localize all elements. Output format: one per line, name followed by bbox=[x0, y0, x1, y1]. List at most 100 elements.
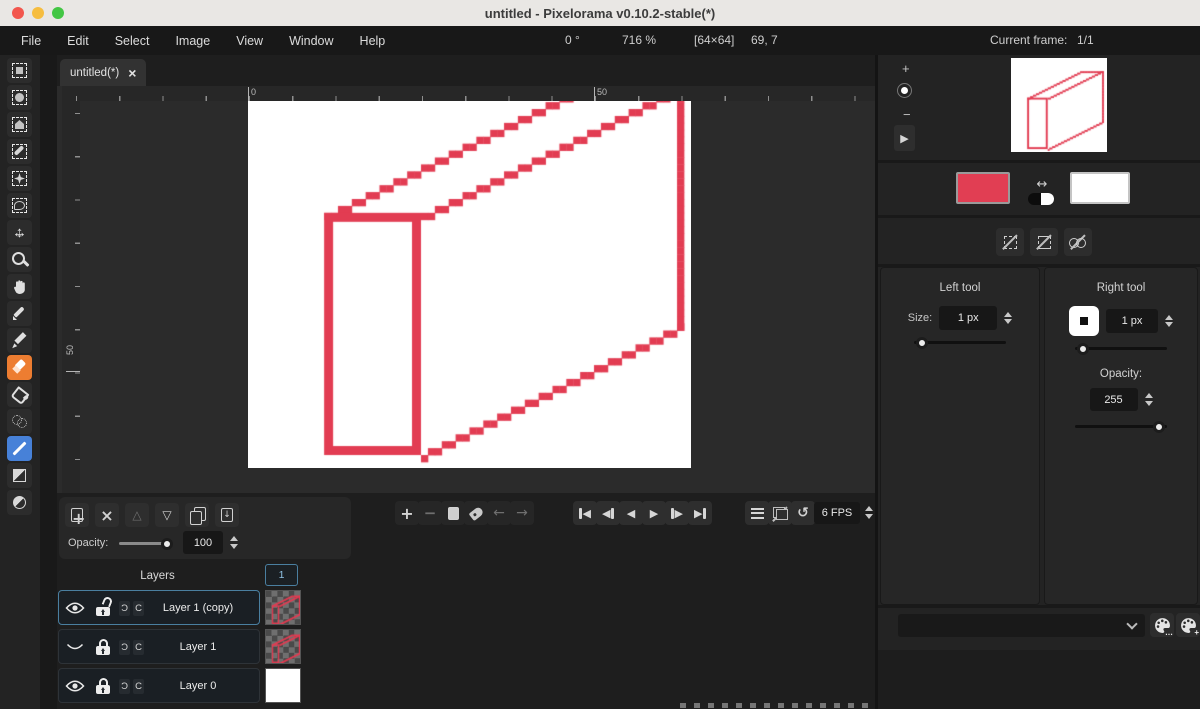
tool-color-picker-button[interactable] bbox=[7, 301, 32, 326]
play-forward-button[interactable]: ▶ bbox=[642, 501, 666, 525]
menu-edit[interactable]: Edit bbox=[54, 34, 102, 48]
layer-visibility-button[interactable] bbox=[63, 635, 87, 659]
merge-down-button[interactable] bbox=[215, 503, 239, 527]
slider-thumb[interactable] bbox=[161, 538, 173, 550]
left-size-value[interactable]: 1 px bbox=[939, 306, 997, 330]
mirror-y-icon bbox=[1037, 235, 1052, 250]
right-size-slider[interactable] bbox=[1075, 347, 1167, 350]
tool-eraser-button[interactable] bbox=[7, 355, 32, 380]
tool-ellipse-button[interactable] bbox=[7, 490, 32, 515]
layer-lock-button[interactable] bbox=[91, 674, 115, 698]
canvas-preview bbox=[1011, 58, 1107, 152]
swap-colors-button[interactable]: ↔ bbox=[1028, 176, 1056, 205]
horizontal-mirror-toggle[interactable] bbox=[996, 228, 1024, 256]
tool-pencil-button[interactable] bbox=[7, 328, 32, 353]
add-frame-button[interactable] bbox=[395, 501, 419, 525]
vertical-mirror-toggle[interactable] bbox=[1030, 228, 1058, 256]
menu-image[interactable]: Image bbox=[162, 34, 223, 48]
tool-rectangle-select-button[interactable] bbox=[7, 58, 32, 83]
onion-skinning-button[interactable] bbox=[768, 501, 792, 525]
pixel-perfect-toggle[interactable] bbox=[1064, 228, 1092, 256]
layer-opacity-value[interactable]: 100 bbox=[183, 531, 223, 554]
tool-lasso-button[interactable] bbox=[7, 193, 32, 218]
go-to-last-frame-button[interactable]: ▶ bbox=[688, 501, 712, 525]
frame-column-header[interactable]: 1 bbox=[265, 564, 298, 586]
document-tab[interactable]: untitled(*) × bbox=[60, 59, 146, 86]
menu-file[interactable]: File bbox=[8, 34, 54, 48]
layer-opacity-slider[interactable] bbox=[119, 542, 171, 545]
timeline-settings-button[interactable] bbox=[745, 501, 769, 525]
brush-preview-button[interactable] bbox=[1069, 306, 1099, 336]
go-to-first-frame-button[interactable]: ◀ bbox=[573, 501, 597, 525]
tool-shading-button[interactable] bbox=[7, 409, 32, 434]
slider-thumb[interactable] bbox=[916, 337, 928, 349]
move-frame-left-button[interactable] bbox=[487, 501, 511, 525]
right-size-stepper[interactable] bbox=[1165, 315, 1173, 328]
cel-thumbnail[interactable] bbox=[265, 668, 301, 703]
layer-opacity-stepper[interactable] bbox=[230, 536, 238, 549]
fps-stepper[interactable] bbox=[865, 506, 873, 519]
left-color-swatch[interactable] bbox=[956, 172, 1010, 204]
layer-visibility-button[interactable] bbox=[63, 674, 87, 698]
tool-polygon-select-button[interactable] bbox=[7, 112, 32, 137]
preview-zoom-indicator[interactable] bbox=[897, 83, 912, 98]
menu-view[interactable]: View bbox=[223, 34, 276, 48]
tool-magic-wand-button[interactable] bbox=[7, 166, 32, 191]
right-opacity-slider[interactable] bbox=[1075, 425, 1167, 428]
fps-value[interactable]: 6 FPS bbox=[814, 502, 860, 524]
menu-help[interactable]: Help bbox=[347, 34, 399, 48]
layer-lock-button[interactable] bbox=[91, 596, 115, 620]
left-size-slider[interactable] bbox=[914, 341, 1006, 344]
arrow-up-icon bbox=[132, 508, 141, 522]
add-palette-button[interactable]: + bbox=[1176, 613, 1200, 637]
preview-zoom-out[interactable]: − bbox=[903, 107, 911, 122]
preview-zoom-in[interactable]: + bbox=[902, 61, 910, 76]
tool-line-button[interactable] bbox=[7, 436, 32, 461]
tool-pan-button[interactable] bbox=[7, 274, 32, 299]
slider-thumb[interactable] bbox=[1153, 421, 1165, 433]
tool-rectangle-button[interactable] bbox=[7, 463, 32, 488]
layer-row-layer-1-copy[interactable]: ƆC Layer 1 (copy) bbox=[58, 590, 260, 625]
right-size-value[interactable]: 1 px bbox=[1106, 309, 1158, 333]
new-layer-button[interactable] bbox=[65, 503, 89, 527]
tag-frame-button[interactable] bbox=[464, 501, 488, 525]
layer-row-layer-1[interactable]: ƆC Layer 1 bbox=[58, 629, 260, 664]
remove-frame-button[interactable] bbox=[418, 501, 442, 525]
edit-palette-button[interactable]: … bbox=[1150, 613, 1174, 637]
close-tab-icon[interactable]: × bbox=[128, 66, 136, 80]
left-size-stepper[interactable] bbox=[1004, 312, 1012, 325]
previous-frame-button[interactable]: ◀ bbox=[596, 501, 620, 525]
play-backwards-button[interactable]: ◀ bbox=[619, 501, 643, 525]
tool-color-select-button[interactable] bbox=[7, 139, 32, 164]
move-layer-down-button[interactable] bbox=[155, 503, 179, 527]
tool-zoom-button[interactable] bbox=[7, 247, 32, 272]
move-frame-right-button[interactable] bbox=[510, 501, 534, 525]
right-color-swatch[interactable] bbox=[1070, 172, 1130, 204]
next-frame-button[interactable]: ▶ bbox=[665, 501, 689, 525]
cel-thumbnail[interactable] bbox=[265, 629, 301, 664]
right-opacity-value[interactable]: 255 bbox=[1090, 388, 1138, 411]
slider-thumb[interactable] bbox=[1077, 343, 1089, 355]
delete-layer-button[interactable] bbox=[95, 503, 119, 527]
locked-icon bbox=[96, 639, 110, 655]
clone-frame-button[interactable] bbox=[441, 501, 465, 525]
tool-ellipse-select-button[interactable] bbox=[7, 85, 32, 110]
loop-mode-button[interactable] bbox=[791, 501, 815, 525]
menu-window[interactable]: Window bbox=[276, 34, 346, 48]
right-opacity-stepper[interactable] bbox=[1145, 393, 1153, 406]
preview-play-button[interactable]: ▶ bbox=[894, 125, 915, 151]
clone-layer-button[interactable] bbox=[185, 503, 209, 527]
tool-move-button[interactable] bbox=[7, 220, 32, 245]
drawing-canvas[interactable] bbox=[248, 101, 691, 468]
eye-open-icon bbox=[65, 680, 85, 692]
move-layer-up-button[interactable] bbox=[125, 503, 149, 527]
skip-to-start-icon: ◀ bbox=[579, 508, 591, 519]
layer-visibility-button[interactable] bbox=[63, 596, 87, 620]
magic-wand-icon bbox=[11, 170, 28, 187]
layer-row-layer-0[interactable]: ƆC Layer 0 bbox=[58, 668, 260, 703]
layer-lock-button[interactable] bbox=[91, 635, 115, 659]
palette-select-dropdown[interactable] bbox=[898, 614, 1145, 637]
menu-select[interactable]: Select bbox=[102, 34, 163, 48]
tool-bucket-button[interactable] bbox=[7, 382, 32, 407]
cel-thumbnail[interactable] bbox=[265, 590, 301, 625]
